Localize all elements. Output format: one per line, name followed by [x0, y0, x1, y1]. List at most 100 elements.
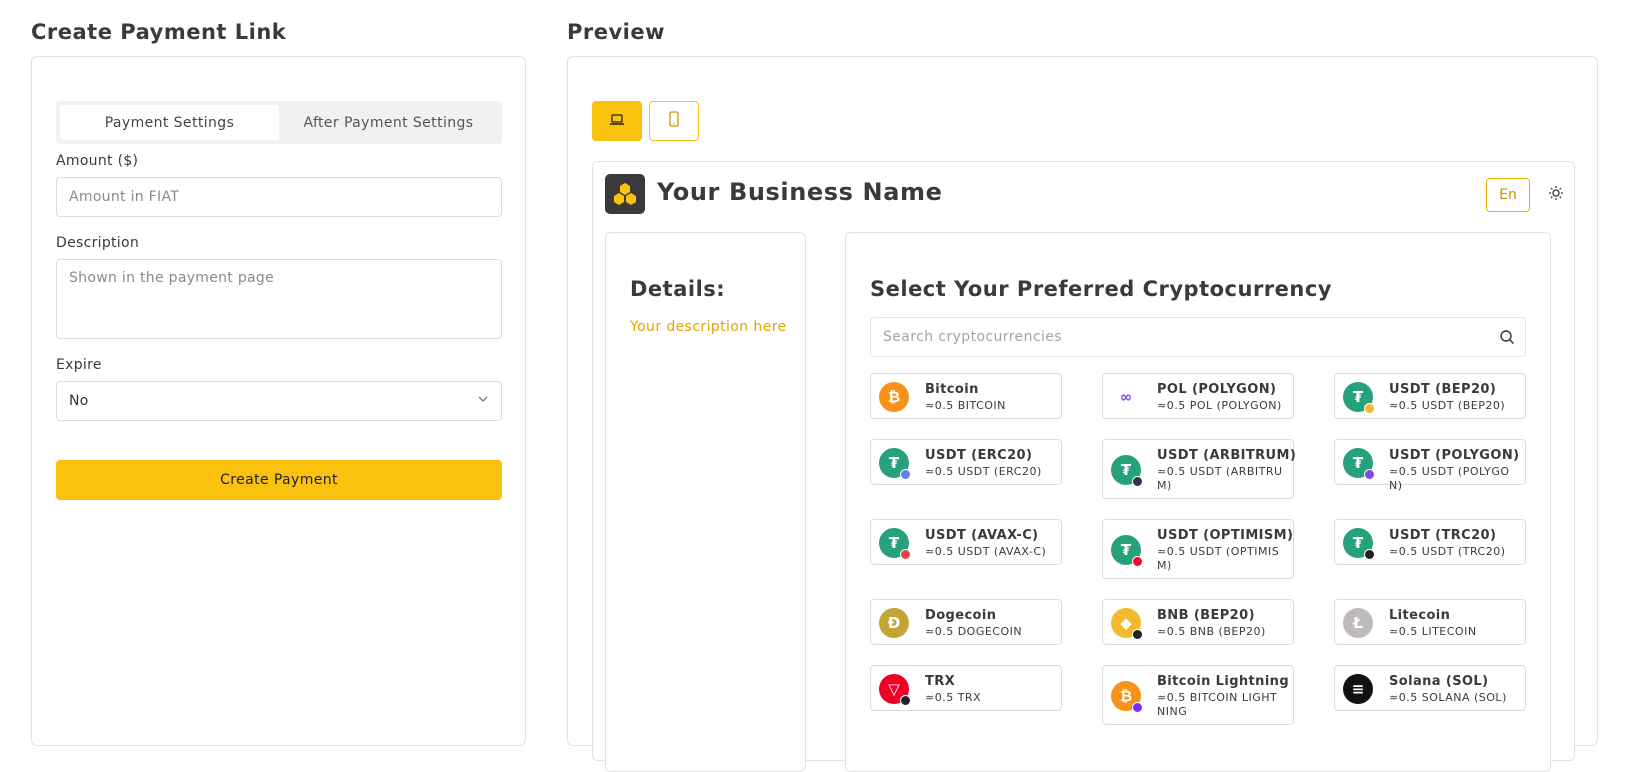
tether-icon: ₮	[1343, 448, 1375, 480]
network-badge-icon	[900, 695, 911, 706]
coin-name: USDT (BEP20)	[1389, 382, 1497, 397]
phone-icon	[668, 111, 680, 131]
coin-name: TRX	[925, 674, 956, 689]
coin-option[interactable]: ₮ USDT (ARBITRUM) ≈0.5 USDT (ARBITRUM)	[1102, 439, 1297, 499]
coin-amount: ≈0.5 USDT (ERC20)	[925, 465, 1042, 478]
bitcoin-icon: ₿	[879, 382, 909, 412]
tab-after-payment-settings[interactable]: After Payment Settings	[279, 105, 498, 140]
laptop-icon	[609, 112, 625, 131]
network-badge-icon	[1132, 556, 1143, 567]
search-icon	[1499, 329, 1515, 349]
desktop-view-button[interactable]	[592, 101, 642, 141]
coin-option[interactable]: Ł Litecoin ≈0.5 LITECOIN	[1334, 599, 1526, 645]
coin-option[interactable]: ≡ Solana (SOL) ≈0.5 SOLANA (SOL)	[1334, 665, 1526, 711]
tether-icon: ₮	[879, 528, 911, 560]
network-badge-icon	[900, 469, 911, 480]
tether-icon: ₮	[1343, 528, 1375, 560]
coin-option[interactable]: ◆ BNB (BEP20) ≈0.5 BNB (BEP20)	[1102, 599, 1294, 645]
coin-name: USDT (AVAX-C)	[925, 528, 1039, 543]
description-textarea[interactable]: Shown in the payment page	[56, 259, 502, 339]
expire-value: No	[69, 393, 89, 409]
language-button[interactable]: En	[1486, 178, 1530, 212]
coin-option[interactable]: ▽ TRX ≈0.5 TRX	[870, 665, 1062, 711]
chevron-down-icon	[477, 393, 489, 409]
tether-icon: ₮	[1111, 535, 1143, 567]
coin-option[interactable]: ₮ USDT (BEP20) ≈0.5 USDT (BEP20)	[1334, 373, 1526, 419]
bnb-icon: ◆	[1111, 608, 1143, 640]
coin-name: USDT (OPTIMISM)	[1157, 528, 1294, 543]
coin-name: POL (POLYGON)	[1157, 382, 1277, 397]
coin-amount: ≈0.5 POL (POLYGON)	[1157, 399, 1282, 412]
crypto-select-card: Select Your Preferred Cryptocurrency Sea…	[845, 232, 1551, 772]
network-badge-icon	[1364, 469, 1375, 480]
tether-icon: ₮	[1343, 382, 1375, 414]
tron-icon: ▽	[879, 674, 911, 706]
page-title: Create Payment Link	[31, 20, 287, 44]
coin-option[interactable]: ₮ USDT (ERC20) ≈0.5 USDT (ERC20)	[870, 439, 1062, 485]
expire-label: Expire	[56, 357, 102, 373]
coin-option[interactable]: ₮ USDT (OPTIMISM) ≈0.5 USDT (OPTIMISM)	[1102, 519, 1294, 579]
coin-option[interactable]: ₿ Bitcoin ≈0.5 BITCOIN	[870, 373, 1062, 419]
coin-option[interactable]: ∞ POL (POLYGON) ≈0.5 POL (POLYGON)	[1102, 373, 1294, 419]
network-badge-icon	[1132, 629, 1143, 640]
network-badge-icon	[1364, 403, 1375, 414]
details-title: Details:	[630, 277, 726, 301]
details-card: Details: Your description here	[605, 232, 806, 772]
business-logo	[605, 174, 645, 214]
coin-amount: ≈0.5 USDT (POLYGON)	[1389, 465, 1510, 492]
coin-name: USDT (POLYGON)	[1389, 448, 1520, 463]
preview-card: Your Business Name En Details: Your desc…	[567, 56, 1598, 772]
coin-name: Solana (SOL)	[1389, 674, 1489, 689]
business-name: Your Business Name	[657, 178, 943, 206]
tether-icon: ₮	[879, 448, 911, 480]
settings-tabs: Payment Settings After Payment Settings	[56, 101, 502, 144]
coin-amount: ≈0.5 BNB (BEP20)	[1157, 625, 1266, 638]
create-payment-card: Payment Settings After Payment Settings …	[31, 56, 526, 746]
coin-option[interactable]: ₮ USDT (TRC20) ≈0.5 USDT (TRC20)	[1334, 519, 1526, 565]
bitcoin-lightning-icon: ₿	[1111, 681, 1143, 713]
coin-name: USDT (ERC20)	[925, 448, 1033, 463]
dogecoin-icon: Ð	[879, 608, 909, 638]
mobile-view-button[interactable]	[649, 101, 699, 141]
coin-option[interactable]: ₮ USDT (POLYGON) ≈0.5 USDT (POLYGON)	[1334, 439, 1526, 492]
coin-name: Bitcoin Lightning	[1157, 674, 1290, 689]
theme-toggle[interactable]	[1545, 184, 1567, 206]
coin-name: BNB (BEP20)	[1157, 608, 1255, 623]
search-placeholder: Search cryptocurrencies	[883, 329, 1062, 345]
coin-option[interactable]: ₿ Bitcoin Lightning ≈0.5 BITCOIN LIGHTNING	[1102, 665, 1294, 725]
coin-name: Bitcoin	[925, 382, 979, 397]
network-badge-icon	[900, 549, 911, 560]
coin-amount: ≈0.5 USDT (AVAX-C)	[925, 545, 1047, 558]
coin-amount: ≈0.5 BITCOIN LIGHTNING	[1157, 691, 1278, 718]
sun-icon	[1548, 185, 1564, 205]
coin-option[interactable]: Ð Dogecoin ≈0.5 DOGECOIN	[870, 599, 1062, 645]
coin-amount: ≈0.5 SOLANA (SOL)	[1389, 691, 1507, 704]
amount-label: Amount ($)	[56, 153, 139, 169]
coin-amount: ≈0.5 USDT (BEP20)	[1389, 399, 1506, 412]
preview-title: Preview	[567, 20, 666, 44]
coin-amount: ≈0.5 DOGECOIN	[925, 625, 1023, 638]
details-description: Your description here	[630, 319, 787, 335]
expire-select[interactable]: No	[56, 381, 502, 421]
network-badge-icon	[1364, 549, 1375, 560]
solana-icon: ≡	[1343, 674, 1373, 704]
select-crypto-title: Select Your Preferred Cryptocurrency	[870, 277, 1332, 301]
create-payment-button[interactable]: Create Payment	[56, 460, 502, 500]
coin-amount: ≈0.5 TRX	[925, 691, 982, 704]
coin-name: USDT (ARBITRUM)	[1157, 448, 1297, 463]
amount-input[interactable]: Amount in FIAT	[56, 177, 502, 217]
coin-amount: ≈0.5 LITECOIN	[1389, 625, 1477, 638]
coin-amount: ≈0.5 BITCOIN	[925, 399, 1006, 412]
tether-icon: ₮	[1111, 455, 1143, 487]
coin-name: Dogecoin	[925, 608, 997, 623]
polygon-icon: ∞	[1111, 382, 1141, 412]
tab-payment-settings[interactable]: Payment Settings	[60, 105, 279, 140]
coin-name: Litecoin	[1389, 608, 1451, 623]
coin-amount: ≈0.5 USDT (OPTIMISM)	[1157, 545, 1280, 572]
coin-option[interactable]: ₮ USDT (AVAX-C) ≈0.5 USDT (AVAX-C)	[870, 519, 1062, 565]
coin-amount: ≈0.5 USDT (ARBITRUM)	[1157, 465, 1283, 492]
crypto-search-input[interactable]: Search cryptocurrencies	[870, 317, 1526, 357]
coin-amount: ≈0.5 USDT (TRC20)	[1389, 545, 1506, 558]
litecoin-icon: Ł	[1343, 608, 1373, 638]
network-badge-icon	[1132, 476, 1143, 487]
